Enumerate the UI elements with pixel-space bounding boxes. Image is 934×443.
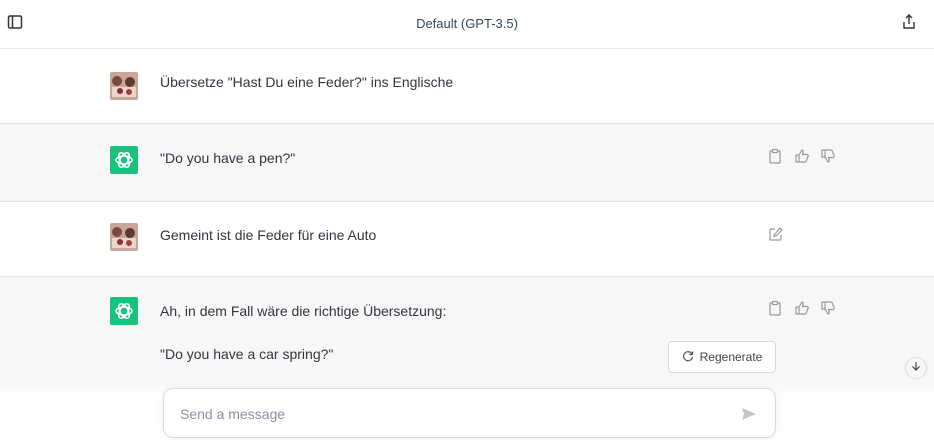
message-actions [768, 300, 836, 316]
regenerate-label: Regenerate [699, 350, 763, 364]
message-text-line-2: "Do you have a car spring?" [160, 346, 334, 362]
user-message: Gemeint ist die Feder für eine Auto [0, 202, 934, 277]
user-message: Übersetze "Hast Du eine Feder?" ins Engl… [0, 49, 934, 124]
user-avatar [110, 72, 138, 100]
assistant-avatar [110, 297, 138, 325]
thumbs-down-icon[interactable] [820, 300, 836, 316]
clipboard-icon[interactable] [768, 300, 784, 316]
arrow-down-icon [910, 359, 922, 377]
message-composer [163, 388, 776, 438]
message-text: "Do you have a pen?" [160, 150, 296, 166]
clipboard-icon[interactable] [768, 148, 784, 164]
assistant-message: Ah, in dem Fall wäre die richtige Überse… [0, 277, 934, 397]
top-bar: Default (GPT-3.5) [0, 0, 934, 49]
model-title[interactable]: Default (GPT-3.5) [0, 16, 934, 31]
assistant-message: "Do you have a pen?" [0, 124, 934, 202]
regenerate-button[interactable]: Regenerate [668, 341, 776, 373]
message-actions [768, 148, 836, 164]
assistant-avatar [110, 146, 138, 174]
scroll-to-bottom-button[interactable] [905, 357, 927, 379]
message-text: Gemeint ist die Feder für eine Auto [160, 227, 377, 243]
message-text: Übersetze "Hast Du eine Feder?" ins Engl… [160, 74, 454, 90]
message-text-line-1: Ah, in dem Fall wäre die richtige Überse… [160, 303, 447, 319]
message-input[interactable] [178, 401, 722, 427]
edit-icon[interactable] [768, 226, 784, 242]
thumbs-down-icon[interactable] [820, 148, 836, 164]
user-avatar [110, 223, 138, 251]
thumbs-up-icon[interactable] [794, 148, 810, 164]
share-icon[interactable] [901, 13, 919, 31]
send-icon[interactable] [740, 405, 758, 423]
refresh-icon [682, 350, 694, 365]
thumbs-up-icon[interactable] [794, 300, 810, 316]
